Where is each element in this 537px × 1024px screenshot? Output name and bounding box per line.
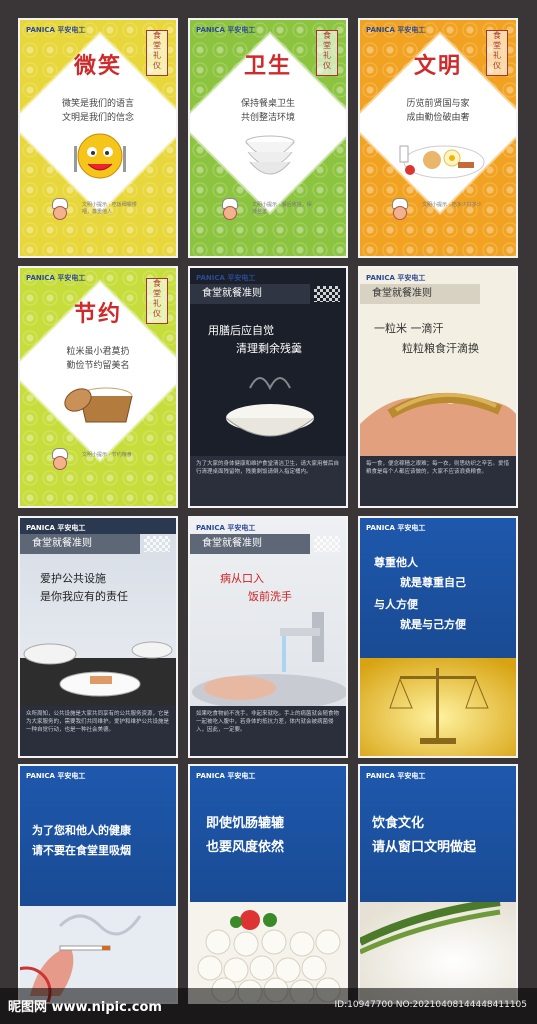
brand-logo: PANICA 平安电工 xyxy=(366,772,426,780)
watermark-right: ID:10947700 NO:20210408144448411105 xyxy=(334,1000,528,1010)
brand-logo: PANICA 平安电工 xyxy=(26,274,86,282)
seal-stamp: 食堂礼仪 xyxy=(486,30,508,76)
checker-decoration xyxy=(314,286,340,302)
slogan-line-2: 请不要在食堂里吸烟 xyxy=(32,844,131,857)
tip-text: 文明小提示 · 餐后收拾，保持整洁 xyxy=(252,202,312,215)
scale-balance-image xyxy=(360,658,516,756)
poster-manners: PANICA 平安电工 即使饥肠辘辘 也要风度依然 xyxy=(188,764,348,1004)
tableware-image xyxy=(20,641,176,708)
watermark-left: 昵图网 www.nipic.com xyxy=(8,1000,162,1015)
poster-grid: PANICA 平安电工 食堂礼仪 微笑 微笑是我们的语言 文明是我们的信念 文明… xyxy=(0,0,537,1024)
slogan-line-2: 共创整洁环境 xyxy=(240,113,295,123)
rice-basket-image xyxy=(64,387,133,423)
chef-icon xyxy=(50,448,68,470)
rules-bar-title: 食堂就餐准则 xyxy=(360,284,480,304)
brand-logo: PANICA 平安电工 xyxy=(196,524,256,532)
brand-logo: PANICA 平安电工 xyxy=(26,26,86,34)
slogan-line-1: 病从口入 xyxy=(220,572,264,585)
brand-logo: PANICA 平安电工 xyxy=(196,274,256,282)
slogan-line-1: 即使饥肠辘辘 xyxy=(206,816,285,831)
slogan-line-2: 是你我应有的责任 xyxy=(40,590,128,603)
bowls-stack-image xyxy=(245,135,295,175)
poster-rules-facilities: PANICA 平安电工 食堂就餐准则 爱护公共设施 是你我应有的责任 众所周知，… xyxy=(18,516,178,758)
brand-logo: PANICA 平安电工 xyxy=(196,26,256,34)
brand-logo: PANICA 平安电工 xyxy=(366,26,426,34)
slogan-line-1: 用膳后应自觉 xyxy=(208,324,274,337)
poster-hygiene: PANICA 平安电工 食堂礼仪 卫生 保持餐桌卫生 共创整洁环境 文明小提示 … xyxy=(188,18,348,258)
slogan-line-1: 一粒米 一滴汗 xyxy=(374,322,444,335)
slogan-line-2: 就是尊重自己 xyxy=(400,576,466,589)
chef-icon xyxy=(50,198,68,220)
poster-respect: PANICA 平安电工 尊重他人 就是尊重自己 与人方便 就是与己方便 xyxy=(358,516,518,758)
rules-caption: 如果吃食物前不洗手，非起来就吃。手上的病菌就会随食物一起被吃入腹中，若身体的抵抗… xyxy=(190,706,346,756)
tip-text: 文明小提示 · 吃饭细嚼慢咽，尊重他人 xyxy=(82,202,137,215)
faucet-washing-image xyxy=(192,612,346,708)
chef-icon xyxy=(390,198,408,220)
poster-rules-handwash: PANICA 平安电工 食堂就餐准则 病从口入 饭前洗手 如果吃食物前不洗手，非… xyxy=(188,516,348,758)
rules-bar-title: 食堂就餐准则 xyxy=(20,534,140,554)
slogan-line-1: 爱护公共设施 xyxy=(40,572,106,585)
rules-bar-title: 食堂就餐准则 xyxy=(190,534,310,554)
slogan-line-3: 与人方便 xyxy=(374,598,418,611)
poster-thrift: PANICA 平安电工 食堂礼仪 节约 粒米虽小君莫扔 勤俭节约留美名 文明小提… xyxy=(18,266,178,508)
seal-stamp: 食堂礼仪 xyxy=(146,30,168,76)
checker-decoration xyxy=(314,536,340,552)
breakfast-plate-image xyxy=(399,145,485,179)
poster-food-culture: PANICA 平安电工 饮食文化 请从窗口文明做起 xyxy=(358,764,518,1004)
watermark-bar: 昵图网 www.nipic.com ID:10947700 NO:2021040… xyxy=(0,988,537,1024)
tip-text: 文明小提示 · 吃多少打多少 xyxy=(422,202,482,208)
poster-civil: PANICA 平安电工 食堂礼仪 文明 历览前贤国与家 成由勤俭破由奢 文明小提… xyxy=(358,18,518,258)
poster-rules-grain: PANICA 平安电工 食堂就餐准则 一粒米 一滴汗 粒粒粮食汗滴换 每一食，便… xyxy=(358,266,518,508)
rules-caption: 为了大家的身体健康和维护食堂清洁卫生，请大家用餐后自行清理桌面残留物，残羹剩饭请… xyxy=(190,456,346,506)
slogan-line-2: 请从窗口文明做起 xyxy=(372,840,477,855)
chef-icon xyxy=(220,198,238,220)
rules-caption: 每一食，便念稼穑之艰难；每一衣，则思纺织之辛苦。爱惜粮食是每个人都应该做的，大家… xyxy=(360,456,516,506)
seal-stamp: 食堂礼仪 xyxy=(146,278,168,324)
poster-no-smoking: PANICA 平安电工 为了您和他人的健康 请不要在食堂里吸烟 xyxy=(18,764,178,1004)
brand-logo: PANICA 平安电工 xyxy=(366,524,426,532)
slogan-line-2: 文明是我们的信念 xyxy=(61,113,134,123)
slogan-line-2: 粒粒粮食汗滴换 xyxy=(402,342,479,355)
hands-grain-image xyxy=(360,392,516,456)
slogan-line-2: 成由勤俭破由奢 xyxy=(406,113,470,123)
brand-logo: PANICA 平安电工 xyxy=(26,772,86,780)
brand-logo: PANICA 平安电工 xyxy=(26,524,86,532)
poster-smile: PANICA 平安电工 食堂礼仪 微笑 微笑是我们的语言 文明是我们的信念 文明… xyxy=(18,18,178,258)
smiley-mascot-image xyxy=(74,133,126,179)
brand-logo: PANICA 平安电工 xyxy=(366,274,426,282)
checker-decoration xyxy=(144,536,170,552)
tip-text: 文明小提示 · 节约粮食 xyxy=(82,452,132,458)
slogan-line-1: 历览前贤国与家 xyxy=(406,99,470,109)
rice-grains-image xyxy=(360,902,516,1002)
slogan-line-1: 饮食文化 xyxy=(372,816,425,831)
slogan-line-1: 粒米虽小君莫扔 xyxy=(66,347,130,357)
slogan-line-1: 尊重他人 xyxy=(374,556,418,569)
slogan-line-1: 保持餐桌卫生 xyxy=(240,99,295,109)
slogan-line-2: 清理剩余残羹 xyxy=(236,342,302,355)
rice-bowl-image xyxy=(225,377,315,437)
slogan-line-1: 为了您和他人的健康 xyxy=(32,824,131,837)
poster-rules-leftovers: PANICA 平安电工 食堂就餐准则 用膳后应自觉 清理剩余残羹 为了大家的身体… xyxy=(188,266,348,508)
rules-caption: 众所周知，公共设施是大家共同享有的公共服务资源，它是为大家服务的，需要我们共同维… xyxy=(20,706,176,756)
slogan-line-2: 饭前洗手 xyxy=(248,590,292,603)
slogan-line-2: 勤俭节约留美名 xyxy=(66,361,130,371)
slogan-line-1: 微笑是我们的语言 xyxy=(61,99,134,109)
brand-logo: PANICA 平安电工 xyxy=(196,772,256,780)
seal-stamp: 食堂礼仪 xyxy=(316,30,338,76)
rules-bar-title: 食堂就餐准则 xyxy=(190,284,310,304)
slogan-line-2: 也要风度依然 xyxy=(206,840,285,855)
slogan-line-4: 就是与己方便 xyxy=(400,618,466,631)
dumplings-image xyxy=(190,902,346,1002)
